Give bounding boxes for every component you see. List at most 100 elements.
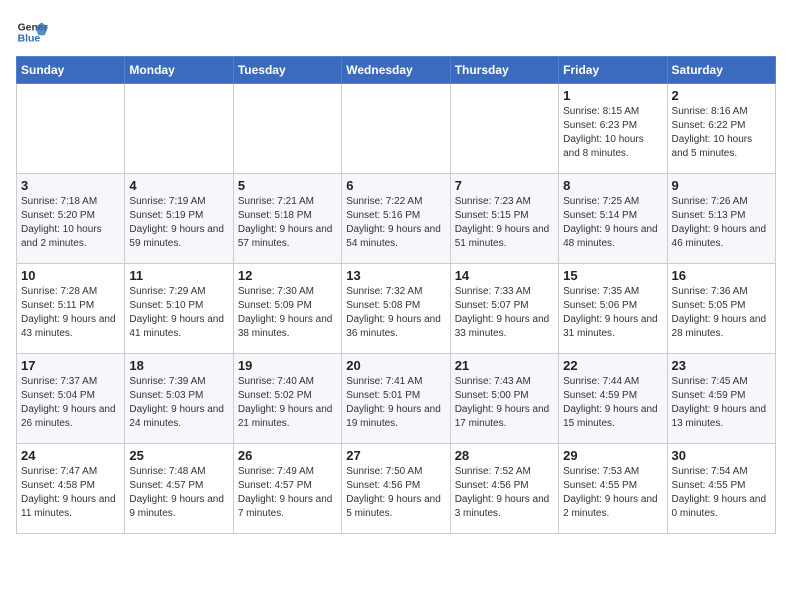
calendar-cell: 21 Sunrise: 7:43 AM Sunset: 5:00 PM Dayli… — [450, 354, 558, 444]
day-number: 18 — [129, 358, 228, 373]
day-info: Sunrise: 7:39 AM Sunset: 5:03 PM Dayligh… — [129, 375, 228, 431]
day-info: Sunrise: 7:44 AM Sunset: 4:59 PM Dayligh… — [563, 375, 662, 431]
day-info: Sunrise: 7:18 AM Sunset: 5:20 PM Dayligh… — [21, 195, 120, 251]
calendar-cell: 17Sunrise: 7:37 AM Sunset: 5:04 PM Dayli… — [17, 354, 125, 444]
day-info: Sunrise: 8:15 AM Sunset: 6:23 PM Dayligh… — [563, 105, 662, 161]
day-number: 29 — [563, 448, 662, 463]
day-number: 10 — [21, 268, 120, 283]
calendar-cell — [342, 84, 450, 174]
calendar-cell: 1 Sunrise: 8:15 AM Sunset: 6:23 PM Daylig… — [559, 84, 667, 174]
calendar-cell: 15 Sunrise: 7:35 AM Sunset: 5:06 PM Dayli… — [559, 264, 667, 354]
calendar-cell: 23 Sunrise: 7:45 AM Sunset: 4:59 PM Dayli… — [667, 354, 775, 444]
day-info: Sunrise: 7:22 AM Sunset: 5:16 PM Dayligh… — [346, 195, 445, 251]
day-number: 8 — [563, 178, 662, 193]
svg-text:Blue: Blue — [18, 34, 41, 45]
day-number: 12 — [238, 268, 337, 283]
day-number: 30 — [672, 448, 771, 463]
calendar-cell: 3 Sunrise: 7:18 AM Sunset: 5:20 PM Daylig… — [17, 174, 125, 264]
day-info: Sunrise: 7:36 AM Sunset: 5:05 PM Dayligh… — [672, 285, 771, 341]
day-number: 1 — [563, 88, 662, 103]
day-info: Sunrise: 8:16 AM Sunset: 6:22 PM Dayligh… — [672, 105, 771, 161]
day-number: 3 — [21, 178, 120, 193]
day-number: 11 — [129, 268, 228, 283]
calendar-cell: 18 Sunrise: 7:39 AM Sunset: 5:03 PM Dayli… — [125, 354, 233, 444]
day-info: Sunrise: 7:25 AM Sunset: 5:14 PM Dayligh… — [563, 195, 662, 251]
weekday-header-sunday: Sunday — [17, 57, 125, 84]
calendar-cell: 26Sunrise: 7:49 AM Sunset: 4:57 PM Dayli… — [233, 444, 341, 534]
calendar-cell — [233, 84, 341, 174]
day-number: 7 — [455, 178, 554, 193]
day-info: Sunrise: 7:43 AM Sunset: 5:00 PM Dayligh… — [455, 375, 554, 431]
calendar-cell: 2 Sunrise: 8:16 AM Sunset: 6:22 PM Daylig… — [667, 84, 775, 174]
calendar-cell: 16 Sunrise: 7:36 AM Sunset: 5:05 PM Dayli… — [667, 264, 775, 354]
page-header: General Blue — [16, 16, 776, 48]
day-info: Sunrise: 7:33 AM Sunset: 5:07 PM Dayligh… — [455, 285, 554, 341]
day-number: 22 — [563, 358, 662, 373]
day-number: 27 — [346, 448, 445, 463]
day-info: Sunrise: 7:30 AM Sunset: 5:09 PM Dayligh… — [238, 285, 337, 341]
week-row-3: 10 Sunrise: 7:28 AM Sunset: 5:11 PM Dayli… — [17, 264, 776, 354]
calendar-table: SundayMondayTuesdayWednesdayThursdayFrid… — [16, 56, 776, 534]
day-number: 25 — [129, 448, 228, 463]
weekday-header-row: SundayMondayTuesdayWednesdayThursdayFrid… — [17, 57, 776, 84]
calendar-cell: 11Sunrise: 7:29 AM Sunset: 5:10 PM Dayli… — [125, 264, 233, 354]
calendar-cell: 14 Sunrise: 7:33 AM Sunset: 5:07 PM Dayli… — [450, 264, 558, 354]
day-number: 16 — [672, 268, 771, 283]
day-info: Sunrise: 7:37 AM Sunset: 5:04 PM Dayligh… — [21, 375, 120, 431]
calendar-cell: 24 Sunrise: 7:47 AM Sunset: 4:58 PM Dayli… — [17, 444, 125, 534]
calendar-cell: 8 Sunrise: 7:25 AM Sunset: 5:14 PM Daylig… — [559, 174, 667, 264]
weekday-header-monday: Monday — [125, 57, 233, 84]
day-info: Sunrise: 7:54 AM Sunset: 4:55 PM Dayligh… — [672, 465, 771, 521]
logo-icon: General Blue — [16, 16, 48, 48]
weekday-header-wednesday: Wednesday — [342, 57, 450, 84]
day-info: Sunrise: 7:23 AM Sunset: 5:15 PM Dayligh… — [455, 195, 554, 251]
day-number: 20 — [346, 358, 445, 373]
day-info: Sunrise: 7:26 AM Sunset: 5:13 PM Dayligh… — [672, 195, 771, 251]
calendar-cell: 25Sunrise: 7:48 AM Sunset: 4:57 PM Dayli… — [125, 444, 233, 534]
day-number: 21 — [455, 358, 554, 373]
day-info: Sunrise: 7:50 AM Sunset: 4:56 PM Dayligh… — [346, 465, 445, 521]
calendar-cell: 27 Sunrise: 7:50 AM Sunset: 4:56 PM Dayli… — [342, 444, 450, 534]
day-info: Sunrise: 7:28 AM Sunset: 5:11 PM Dayligh… — [21, 285, 120, 341]
day-number: 6 — [346, 178, 445, 193]
week-row-2: 3 Sunrise: 7:18 AM Sunset: 5:20 PM Daylig… — [17, 174, 776, 264]
week-row-1: 1 Sunrise: 8:15 AM Sunset: 6:23 PM Daylig… — [17, 84, 776, 174]
calendar-cell: 22 Sunrise: 7:44 AM Sunset: 4:59 PM Dayli… — [559, 354, 667, 444]
calendar-cell: 10 Sunrise: 7:28 AM Sunset: 5:11 PM Dayli… — [17, 264, 125, 354]
day-number: 24 — [21, 448, 120, 463]
day-info: Sunrise: 7:40 AM Sunset: 5:02 PM Dayligh… — [238, 375, 337, 431]
weekday-header-friday: Friday — [559, 57, 667, 84]
week-row-4: 17Sunrise: 7:37 AM Sunset: 5:04 PM Dayli… — [17, 354, 776, 444]
day-number: 14 — [455, 268, 554, 283]
day-number: 15 — [563, 268, 662, 283]
calendar-cell: 4 Sunrise: 7:19 AM Sunset: 5:19 PM Daylig… — [125, 174, 233, 264]
calendar-cell — [17, 84, 125, 174]
calendar-cell: 5Sunrise: 7:21 AM Sunset: 5:18 PM Daylig… — [233, 174, 341, 264]
day-number: 5 — [238, 178, 337, 193]
calendar-cell — [125, 84, 233, 174]
day-info: Sunrise: 7:35 AM Sunset: 5:06 PM Dayligh… — [563, 285, 662, 341]
day-number: 23 — [672, 358, 771, 373]
day-info: Sunrise: 7:41 AM Sunset: 5:01 PM Dayligh… — [346, 375, 445, 431]
calendar-cell: 6 Sunrise: 7:22 AM Sunset: 5:16 PM Daylig… — [342, 174, 450, 264]
day-number: 13 — [346, 268, 445, 283]
calendar-cell: 13Sunrise: 7:32 AM Sunset: 5:08 PM Dayli… — [342, 264, 450, 354]
weekday-header-thursday: Thursday — [450, 57, 558, 84]
calendar-cell: 20 Sunrise: 7:41 AM Sunset: 5:01 PM Dayli… — [342, 354, 450, 444]
day-number: 28 — [455, 448, 554, 463]
day-info: Sunrise: 7:49 AM Sunset: 4:57 PM Dayligh… — [238, 465, 337, 521]
calendar-cell: 30 Sunrise: 7:54 AM Sunset: 4:55 PM Dayli… — [667, 444, 775, 534]
day-info: Sunrise: 7:47 AM Sunset: 4:58 PM Dayligh… — [21, 465, 120, 521]
day-number: 4 — [129, 178, 228, 193]
day-number: 19 — [238, 358, 337, 373]
logo: General Blue — [16, 16, 48, 48]
calendar-cell: 19 Sunrise: 7:40 AM Sunset: 5:02 PM Dayli… — [233, 354, 341, 444]
day-number: 2 — [672, 88, 771, 103]
calendar-cell — [450, 84, 558, 174]
day-info: Sunrise: 7:53 AM Sunset: 4:55 PM Dayligh… — [563, 465, 662, 521]
week-row-5: 24 Sunrise: 7:47 AM Sunset: 4:58 PM Dayli… — [17, 444, 776, 534]
day-info: Sunrise: 7:45 AM Sunset: 4:59 PM Dayligh… — [672, 375, 771, 431]
day-info: Sunrise: 7:19 AM Sunset: 5:19 PM Dayligh… — [129, 195, 228, 251]
weekday-header-tuesday: Tuesday — [233, 57, 341, 84]
day-info: Sunrise: 7:52 AM Sunset: 4:56 PM Dayligh… — [455, 465, 554, 521]
